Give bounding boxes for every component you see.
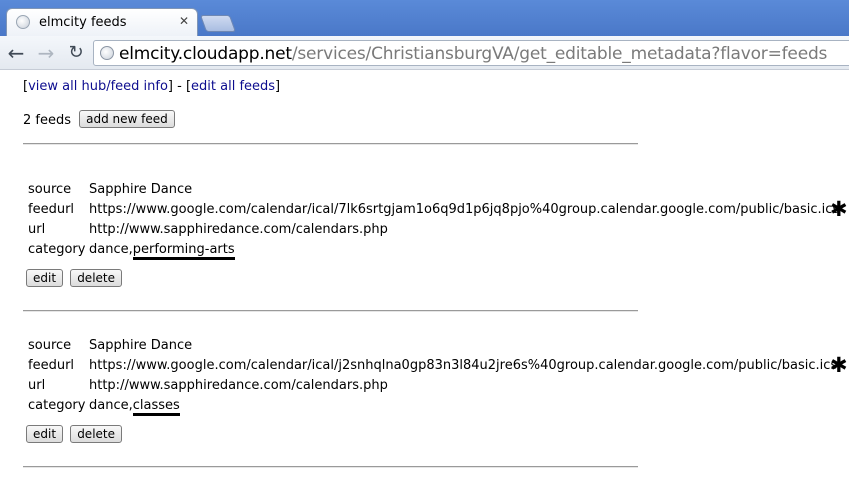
reload-icon[interactable]: ↻ xyxy=(66,43,86,63)
url-path: /services/ChristiansburgVA/get_editable_… xyxy=(291,44,828,64)
new-tab-button[interactable] xyxy=(199,15,237,32)
divider xyxy=(23,310,638,312)
category-value: dance,classes xyxy=(89,395,837,416)
bracket-close: ] xyxy=(275,79,281,94)
tab-strip: elmcity feeds ✕ xyxy=(0,0,849,36)
feed-details-table: source Sapphire Dance feedurl https://ww… xyxy=(28,179,839,260)
feedurl-label: feedurl xyxy=(28,201,75,217)
url-value: http://www.sapphiredance.com/calendars.p… xyxy=(89,377,388,393)
feed-count-row: 2 feeds add new feed xyxy=(23,110,175,128)
category-prefix: dance, xyxy=(89,397,133,413)
url-text: elmcity.cloudapp.net/services/Christians… xyxy=(119,44,827,64)
source-label: source xyxy=(28,337,72,353)
feedurl-row: feedurl https://www.google.com/calendar/… xyxy=(28,355,837,375)
category-tag: performing-arts xyxy=(132,241,235,260)
tab-title: elmcity feeds xyxy=(39,15,127,30)
category-row: category dance,classes xyxy=(28,395,837,416)
close-tab-icon[interactable]: ✕ xyxy=(177,14,191,28)
feed-entry: source Sapphire Dance feedurl https://ww… xyxy=(26,179,848,287)
delete-button[interactable]: delete xyxy=(70,269,122,287)
page-icon xyxy=(100,46,114,60)
category-value: dance,performing-arts xyxy=(89,239,839,260)
browser-toolbar: ← → ↻ elmcity.cloudapp.net/services/Chri… xyxy=(0,36,849,70)
page-content: [view all hub/feed info] - [edit all fee… xyxy=(0,70,849,487)
edit-button[interactable]: edit xyxy=(26,425,64,443)
url-row: url http://www.sapphiredance.com/calenda… xyxy=(28,219,839,239)
category-label: category xyxy=(28,397,86,413)
url-host: elmcity.cloudapp.net xyxy=(119,44,292,64)
url-label: url xyxy=(28,377,46,393)
source-value: Sapphire Dance xyxy=(89,337,193,353)
category-prefix: dance, xyxy=(89,241,133,257)
url-value: http://www.sapphiredance.com/calendars.p… xyxy=(89,221,388,237)
category-tag: classes xyxy=(132,397,180,416)
source-value: Sapphire Dance xyxy=(89,181,193,197)
url-row: url http://www.sapphiredance.com/calenda… xyxy=(28,375,837,395)
feed-count: 2 feeds xyxy=(23,113,72,128)
top-links: [view all hub/feed info] - [edit all fee… xyxy=(23,79,280,94)
browser-tab[interactable]: elmcity feeds ✕ xyxy=(6,8,198,36)
view-all-hub-feed-info-link[interactable]: view all hub/feed info xyxy=(28,79,168,94)
feedurl-value: https://www.google.com/calendar/ical/j2s… xyxy=(89,357,838,373)
url-label: url xyxy=(28,221,46,237)
feedurl-value: https://www.google.com/calendar/ical/7lk… xyxy=(89,201,840,217)
feedurl-label: feedurl xyxy=(28,357,75,373)
back-arrow-icon[interactable]: ← xyxy=(6,43,26,63)
source-row: source Sapphire Dance xyxy=(28,335,837,355)
link-separator: ] - [ xyxy=(167,79,192,94)
globe-icon xyxy=(16,15,30,29)
asterisk-icon: ✱ xyxy=(830,197,848,221)
delete-button[interactable]: delete xyxy=(70,425,122,443)
divider xyxy=(23,143,638,145)
source-label: source xyxy=(28,181,72,197)
feed-actions: edit delete xyxy=(26,425,848,443)
address-bar[interactable]: elmcity.cloudapp.net/services/Christians… xyxy=(93,40,849,66)
category-row: category dance,performing-arts xyxy=(28,239,839,260)
feed-details-table: source Sapphire Dance feedurl https://ww… xyxy=(28,335,837,416)
edit-button[interactable]: edit xyxy=(26,269,64,287)
feed-entry: source Sapphire Dance feedurl https://ww… xyxy=(26,335,848,443)
edit-all-feeds-link[interactable]: edit all feeds xyxy=(191,79,275,94)
category-label: category xyxy=(28,241,86,257)
feed-actions: edit delete xyxy=(26,269,848,287)
source-row: source Sapphire Dance xyxy=(28,179,839,199)
feedurl-row: feedurl https://www.google.com/calendar/… xyxy=(28,199,839,219)
forward-arrow-icon[interactable]: → xyxy=(36,43,56,63)
asterisk-icon: ✱ xyxy=(830,353,848,377)
divider xyxy=(23,466,638,468)
add-new-feed-button[interactable]: add new feed xyxy=(79,110,175,128)
